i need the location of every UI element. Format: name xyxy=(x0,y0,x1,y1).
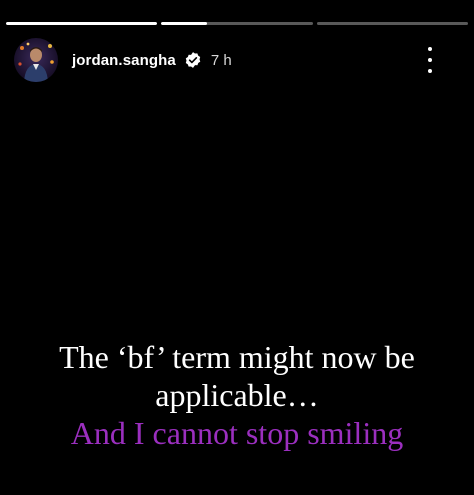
avatar[interactable] xyxy=(14,38,58,82)
progress-segment xyxy=(6,22,158,25)
caption-line-3: And I cannot stop smiling xyxy=(70,415,404,451)
dot xyxy=(428,47,432,51)
story-viewer[interactable]: jordan.sangha 7 h The ‘bf’ term might no… xyxy=(0,0,474,495)
dot xyxy=(428,58,432,62)
dot xyxy=(428,69,432,73)
verified-badge-icon xyxy=(184,51,202,69)
progress-segment xyxy=(161,22,313,25)
more-vertical-icon[interactable] xyxy=(420,47,440,73)
post-time: 7 h xyxy=(210,51,232,69)
progress-fill xyxy=(161,22,207,25)
story-header: jordan.sangha 7 h xyxy=(14,38,460,82)
username[interactable]: jordan.sangha xyxy=(72,52,176,69)
caption-line-2: applicable… xyxy=(155,377,319,413)
progress-segment xyxy=(316,22,468,25)
progress-fill xyxy=(6,22,158,25)
story-caption: The ‘bf’ term might now be applicable… A… xyxy=(0,338,474,452)
caption-line-1: The ‘bf’ term might now be xyxy=(59,339,415,375)
story-progress-bar xyxy=(6,22,468,25)
